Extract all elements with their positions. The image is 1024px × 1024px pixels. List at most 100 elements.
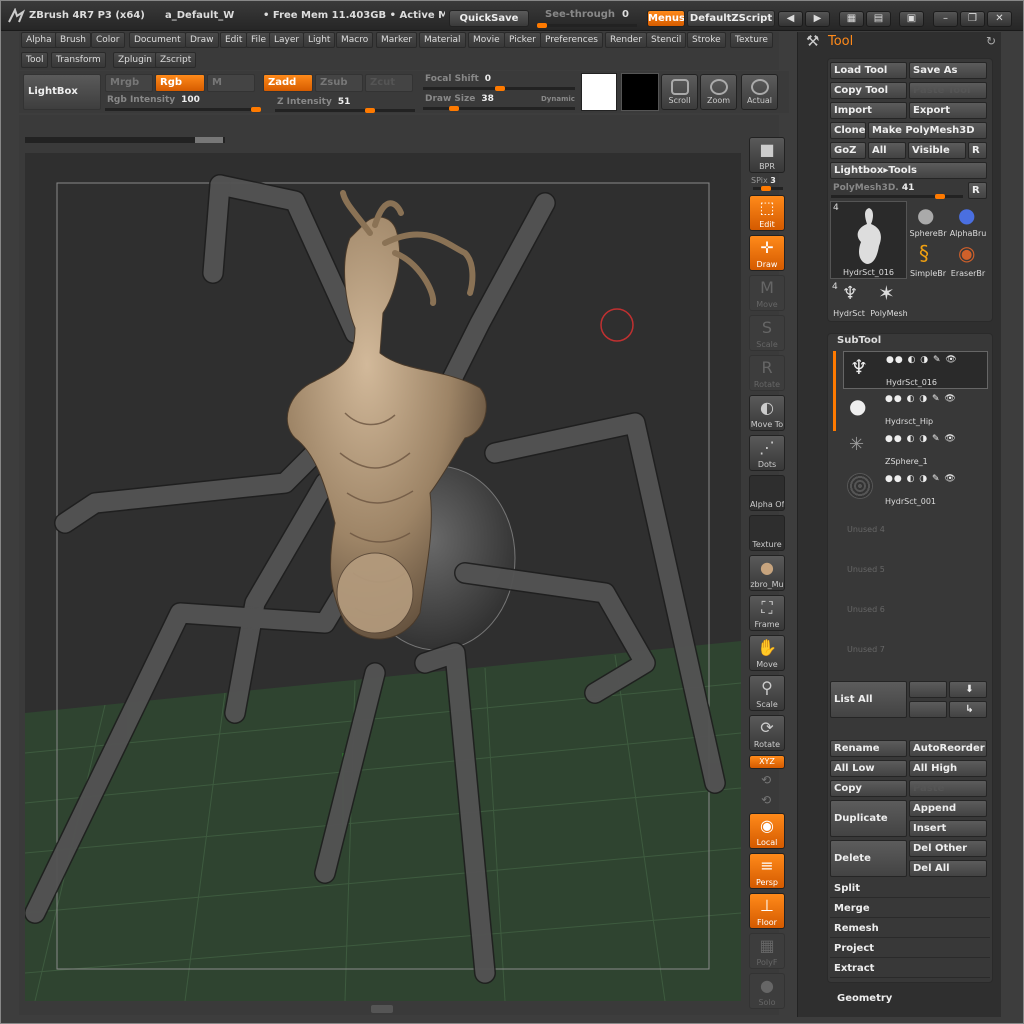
all-high-button[interactable]: All High [909, 760, 987, 777]
list-all-button[interactable]: List All [830, 681, 907, 718]
append-button[interactable]: Append [909, 800, 987, 817]
goz-all-button[interactable]: All [868, 142, 906, 159]
tool-palette-header[interactable]: ⚒ Tool ↻ [806, 32, 1001, 54]
close-icon[interactable]: ✕ [987, 11, 1012, 27]
tool-thumb-polymesh[interactable]: ✶ PolyMesh [870, 281, 908, 319]
quicksave-button[interactable]: QuickSave [449, 10, 529, 27]
subtool-item[interactable]: ✳ ●● ◐ ◑ ✎ 👁 ZSphere_1 [843, 431, 988, 469]
move-view-button[interactable]: ✋ Move [749, 635, 785, 671]
zadd-button[interactable]: Zadd [263, 74, 313, 92]
material-button[interactable]: ● zbro_Mu [749, 555, 785, 591]
subtool-item-active[interactable]: ♆ ●● ◐ ◑ ✎ 👁 HydrSct_016 [843, 351, 988, 389]
menu-stencil[interactable]: Stencil [646, 32, 687, 48]
save-as-button[interactable]: Save As [909, 62, 987, 79]
edit-button[interactable]: ⬚ Edit [749, 195, 785, 231]
move-bottom-icon[interactable]: ↳ [949, 701, 987, 718]
menu-marker[interactable]: Marker [376, 32, 418, 48]
tool-thumb-simplebrush[interactable]: § SimpleBr [909, 241, 947, 279]
subtool-scrollbar[interactable] [833, 351, 836, 431]
export-button[interactable]: Export [909, 102, 987, 119]
copy-subtool-button[interactable]: Copy [830, 780, 907, 797]
document-canvas[interactable] [25, 153, 741, 1001]
primary-color-swatch[interactable] [581, 73, 617, 111]
paste-subtool-button[interactable]: Paste [909, 780, 987, 797]
scroll-button[interactable]: Scroll [661, 74, 698, 110]
zsub-button[interactable]: Zsub [315, 74, 363, 92]
draw-size-slider[interactable] [423, 106, 575, 111]
reset-palette-icon[interactable]: ↻ [986, 34, 996, 48]
autoreorder-button[interactable]: AutoReorder [909, 740, 987, 757]
lightbox-tools-button[interactable]: Lightbox▸Tools [830, 162, 987, 179]
rotate-z-icon[interactable]: ⟲ [761, 793, 771, 807]
menu-render[interactable]: Render [605, 32, 648, 48]
menu-movie[interactable]: Movie [468, 32, 505, 48]
del-all-button[interactable]: Del All [909, 860, 987, 877]
split-section[interactable]: Split [830, 880, 990, 898]
tool-thumb-hydrsct[interactable]: 4 ♆ HydrSct [830, 281, 868, 319]
menu-zplugin[interactable]: Zplugin [113, 52, 158, 68]
bpr-button[interactable]: ■ BPR [749, 137, 785, 173]
menu-color[interactable]: Color [91, 32, 125, 48]
insert-button[interactable]: Insert [909, 820, 987, 837]
subtool-title[interactable]: SubTool [837, 335, 881, 346]
import-button[interactable]: Import [830, 102, 907, 119]
menu-material[interactable]: Material [419, 32, 466, 48]
project-section[interactable]: Project [830, 940, 990, 958]
lightbox-button[interactable]: LightBox [23, 74, 101, 110]
extract-section[interactable]: Extract [830, 960, 990, 978]
secondary-color-swatch[interactable] [621, 73, 659, 111]
texture-button[interactable]: Texture [749, 515, 785, 551]
menus-button[interactable]: Menus [647, 10, 685, 27]
bottom-tray-handle[interactable] [371, 1005, 393, 1013]
layout-alt-icon[interactable]: ▤ [866, 11, 891, 27]
menu-preferences[interactable]: Preferences [540, 32, 603, 48]
move-up-button[interactable] [909, 681, 947, 698]
all-low-button[interactable]: All Low [830, 760, 907, 777]
menu-brush[interactable]: Brush [55, 32, 91, 48]
subtool-item[interactable]: ●● ◐ ◑ ✎ 👁 HydrSct_001 [843, 471, 988, 509]
actual-button[interactable]: Actual [741, 74, 778, 110]
rename-button[interactable]: Rename [830, 740, 907, 757]
lock-icon[interactable]: ▣ [899, 11, 924, 27]
paste-tool-button[interactable]: Paste Tool [909, 82, 987, 99]
see-through-slider[interactable] [537, 23, 637, 28]
duplicate-button[interactable]: Duplicate [830, 800, 907, 837]
load-tool-button[interactable]: Load Tool [830, 62, 907, 79]
delete-button[interactable]: Delete [830, 840, 907, 877]
scale-mode-button[interactable]: S Scale [749, 315, 785, 351]
floor-button[interactable]: ⊥ Floor [749, 893, 785, 929]
maximize-icon[interactable]: ❐ [960, 11, 985, 27]
subtool-visibility-icons[interactable]: ●● ◐ ◑ ✎ 👁 [885, 394, 957, 404]
subtool-visibility-icons[interactable]: ●● ◐ ◑ ✎ 👁 [885, 474, 957, 484]
menu-layer[interactable]: Layer [269, 32, 305, 48]
move-mode-button[interactable]: M Move [749, 275, 785, 311]
goz-button[interactable]: GoZ [830, 142, 866, 159]
tool-thumb-active[interactable]: 4 HydrSct_016 [830, 201, 907, 279]
dots-stroke-button[interactable]: ⋰ Dots [749, 435, 785, 471]
menu-tool[interactable]: Tool [21, 52, 49, 68]
xyz-button[interactable]: XYZ [749, 755, 785, 769]
menu-light[interactable]: Light [303, 32, 336, 48]
menu-zscript[interactable]: Zscript [155, 52, 197, 68]
frame-button[interactable]: ⛶ Frame [749, 595, 785, 631]
move-top-button[interactable] [909, 701, 947, 718]
default-zscript-button[interactable]: DefaultZScript [687, 10, 775, 27]
scroll-left-icon[interactable]: ◀ [778, 11, 803, 27]
mrgb-button[interactable]: Mrgb [105, 74, 153, 92]
move-down-icon[interactable]: ⬇ [949, 681, 987, 698]
remesh-section[interactable]: Remesh [830, 920, 990, 938]
tool-thumb-eraserbrush[interactable]: ◉ EraserBr [948, 241, 988, 279]
rotate-view-button[interactable]: ⟳ Rotate [749, 715, 785, 751]
layout-icon[interactable]: ▦ [839, 11, 864, 27]
goz-visible-button[interactable]: Visible [908, 142, 966, 159]
tool-slider[interactable] [831, 194, 963, 199]
tool-thumb-alphabrush[interactable]: ● AlphaBru [948, 201, 988, 239]
zcut-button[interactable]: Zcut [365, 74, 413, 92]
solo-button[interactable]: ● Solo [749, 973, 785, 1009]
menu-picker[interactable]: Picker [504, 32, 541, 48]
local-button[interactable]: ◉ Local [749, 813, 785, 849]
rotate-y-icon[interactable]: ⟲ [761, 773, 771, 787]
rgb-button[interactable]: Rgb [155, 74, 205, 92]
tool-r-button[interactable]: R [968, 182, 987, 199]
menu-texture[interactable]: Texture [730, 32, 773, 48]
